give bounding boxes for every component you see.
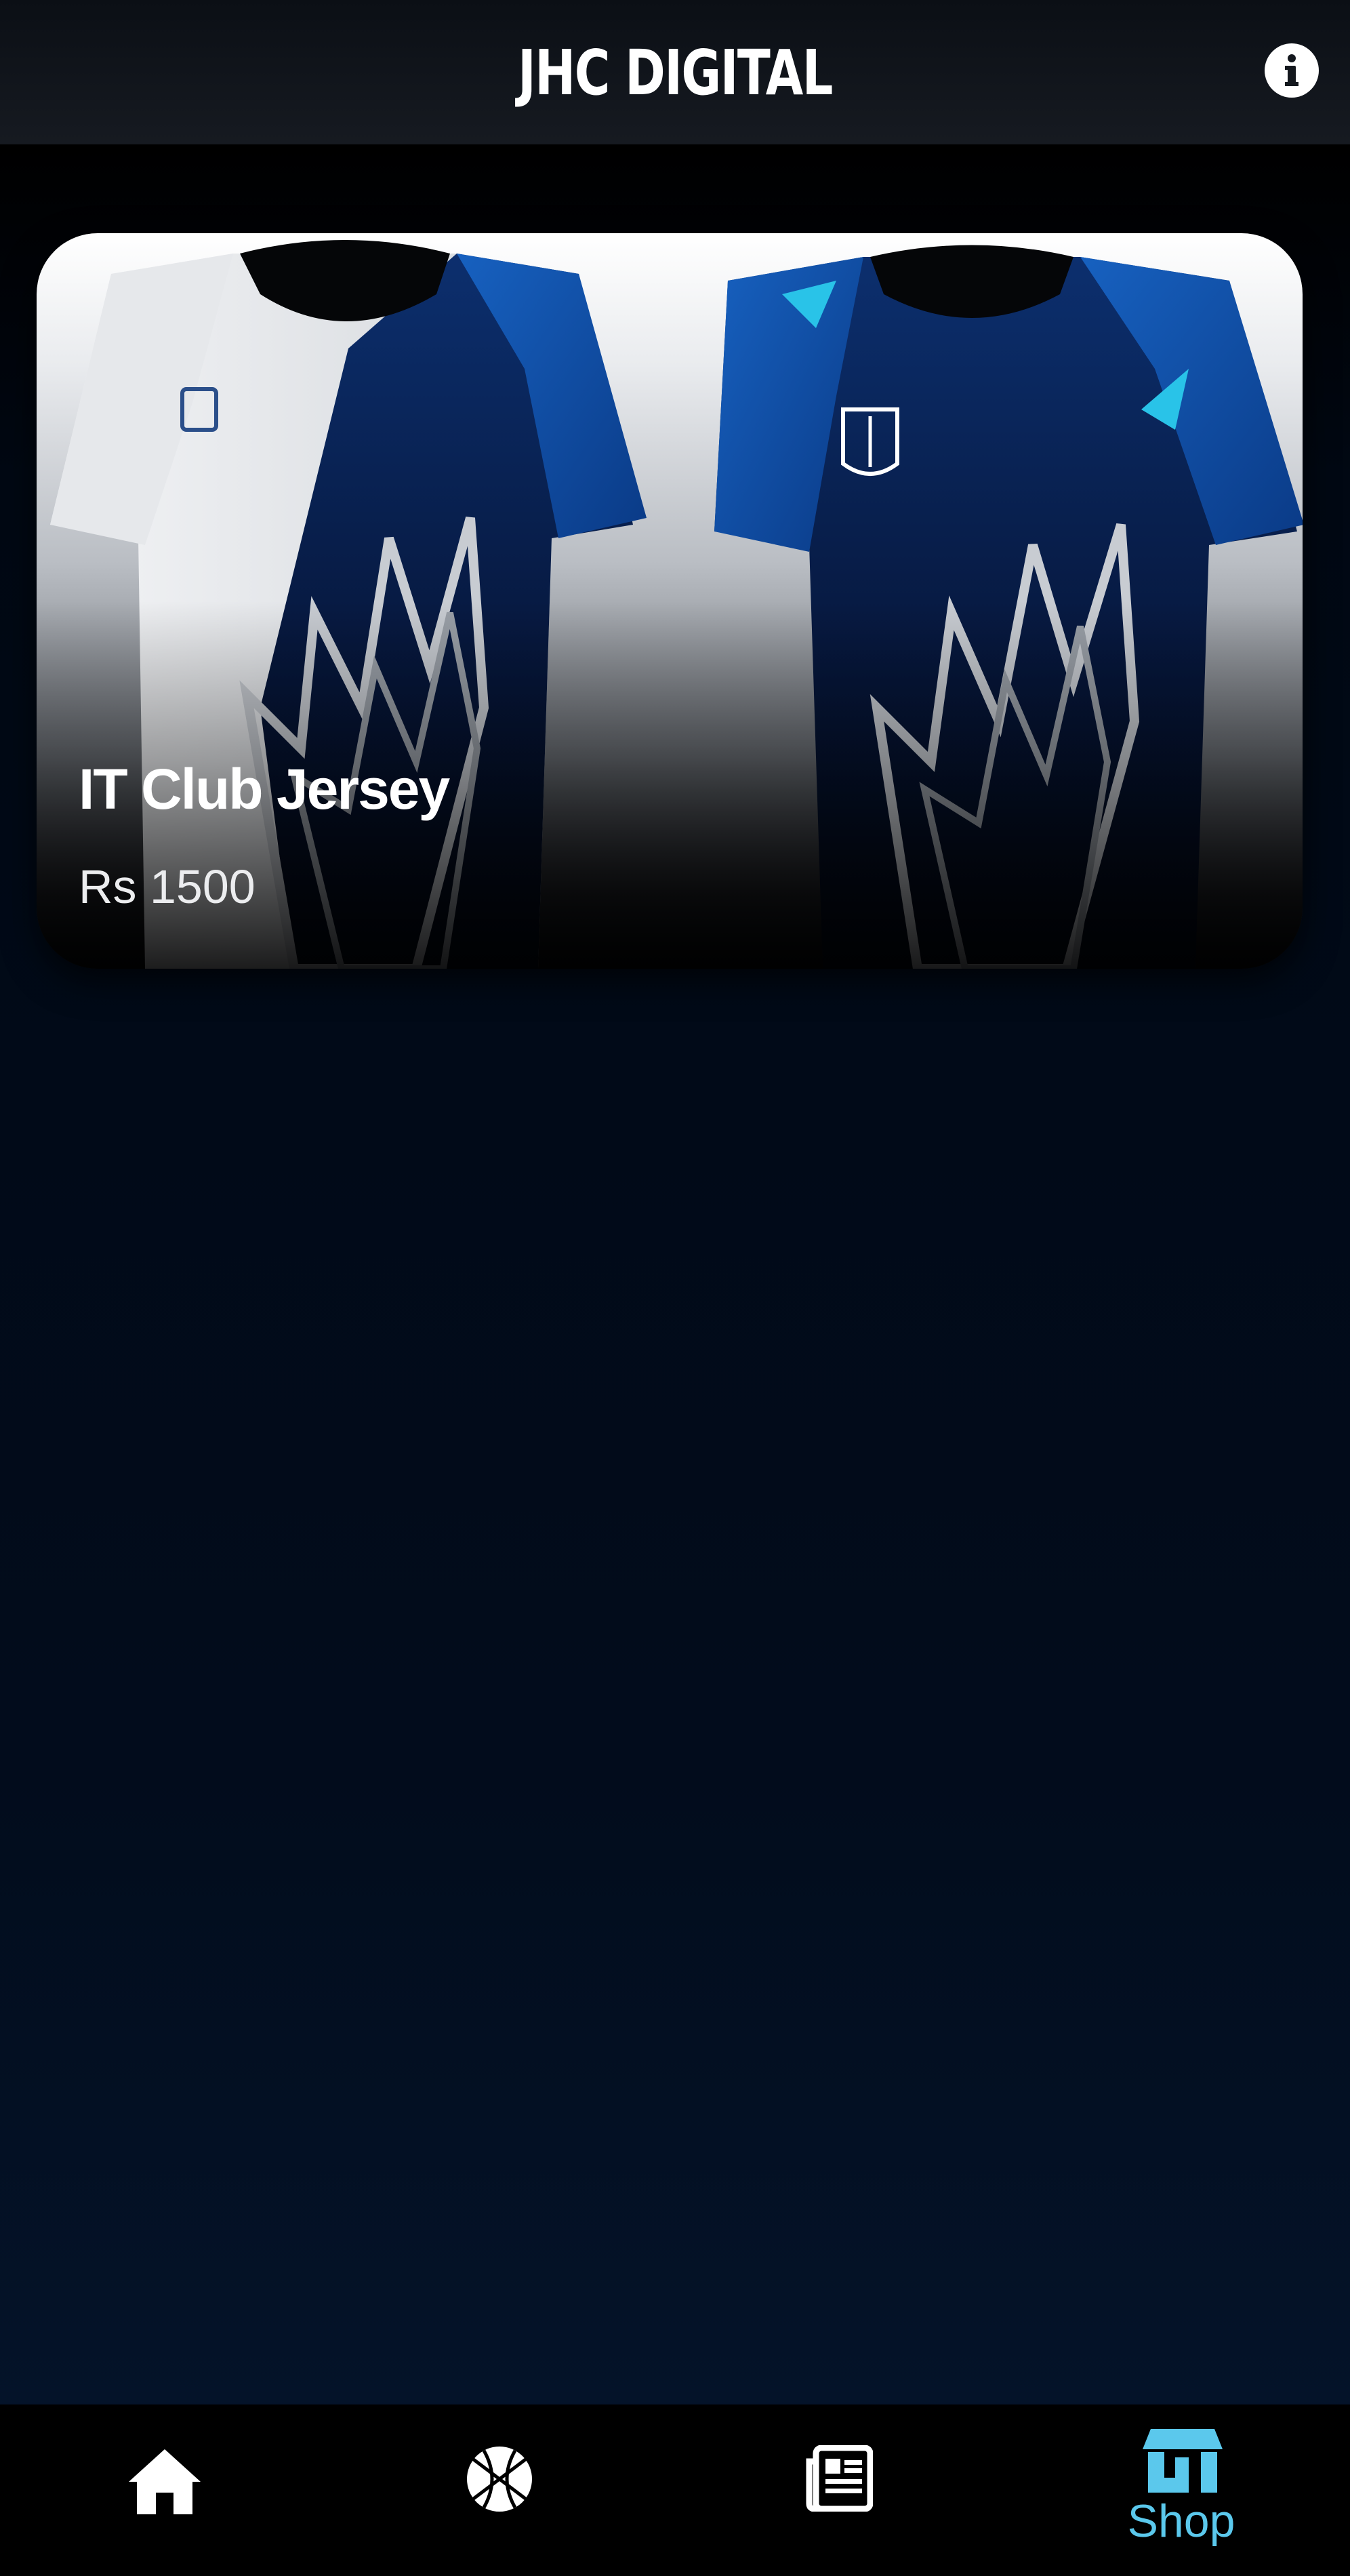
nav-item-home[interactable] [0,2404,338,2576]
app-title: JHC DIGITAL [518,37,833,109]
nav-item-sports[interactable] [338,2404,675,2576]
nav-item-news[interactable] [675,2404,1012,2576]
info-button[interactable] [1265,43,1319,98]
home-icon [129,2449,201,2514]
basketball-icon [467,2447,532,2512]
product-card[interactable]: IT Club Jersey Rs 1500 [37,233,1303,969]
nav-label-shop: Shop [1127,2495,1235,2547]
bottom-navigation: Shop [0,2404,1350,2576]
nav-item-shop[interactable]: Shop [1012,2404,1350,2576]
info-icon [1285,54,1298,86]
app-screen: JHC DIGITAL IT Club Jersey Rs 1500 Shop [0,0,1350,2576]
shop-icon [1143,2429,1223,2493]
product-price: Rs 1500 [79,860,255,913]
news-icon [806,2445,873,2512]
app-header: JHC DIGITAL [0,0,1350,144]
product-name: IT Club Jersey [79,757,450,821]
